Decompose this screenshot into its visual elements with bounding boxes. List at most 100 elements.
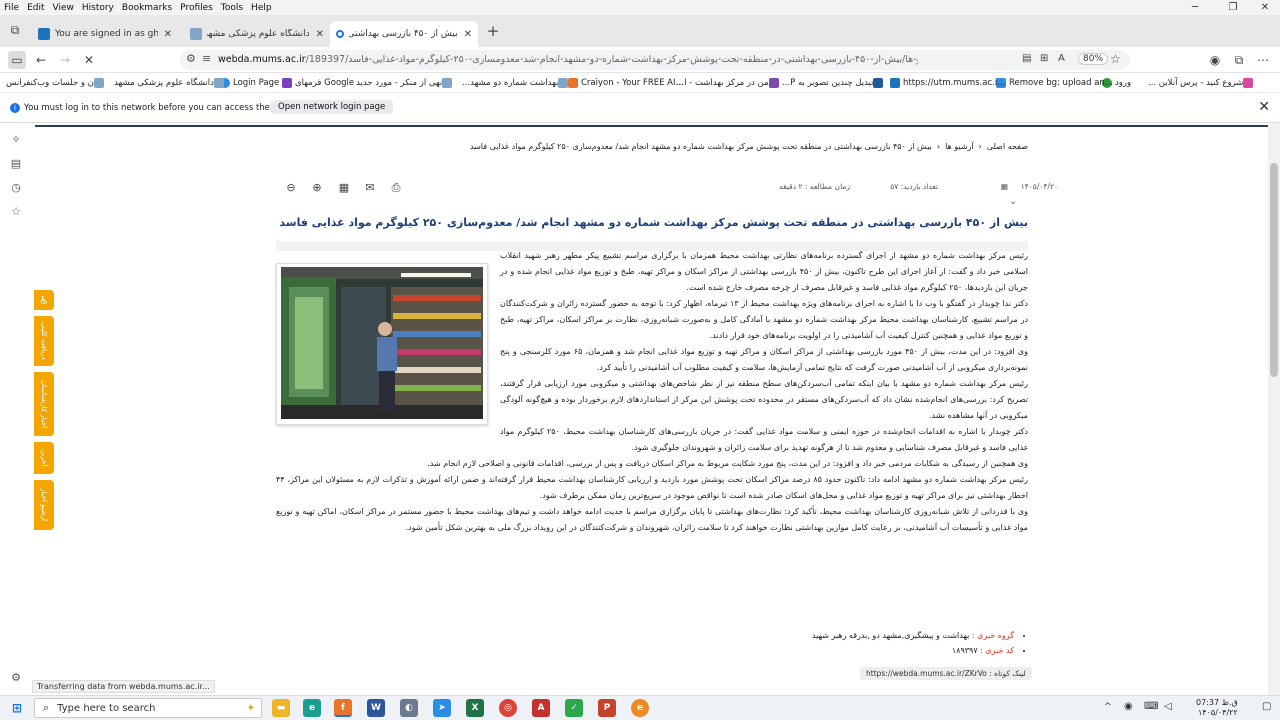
favorites-icon[interactable]: ☆ (8, 205, 24, 221)
reading-list-icon[interactable]: ▤ (8, 157, 24, 173)
menu-file[interactable]: File (0, 3, 23, 13)
tag-value[interactable]: بهداشت و پیشگیری,مشهد دو ,بدرقه رهبر شهی… (812, 631, 969, 640)
sidebar-toggle-icon[interactable]: ▭ (8, 51, 26, 69)
text-size-icon[interactable]: ▦ (337, 181, 351, 195)
app-icon[interactable]: ◐ (400, 699, 418, 717)
menu-tools[interactable]: Tools (217, 3, 247, 13)
powerpoint-icon[interactable]: P (598, 699, 616, 717)
breadcrumb-archive[interactable]: آرشیو ها (945, 142, 974, 151)
word-icon[interactable]: W (367, 699, 385, 717)
open-login-page-button[interactable]: Open network login page (270, 100, 394, 114)
bookmark-label: Login Page (233, 78, 280, 88)
minimize-icon[interactable]: ─ (1178, 0, 1212, 15)
forward-icon[interactable]: → (56, 51, 74, 69)
tab-title: دانشگاه علوم پزشکی مشهد - دا (207, 29, 310, 39)
install-app-icon[interactable]: ⊞ (1040, 53, 1048, 64)
app-orange-icon[interactable]: e (631, 699, 649, 717)
profile-icon[interactable]: ◉ (1206, 51, 1224, 69)
tab-close-icon[interactable]: ✕ (164, 29, 172, 40)
history-icon[interactable]: ◷ (8, 181, 24, 197)
breadcrumb-home[interactable]: صفحه اصلی (987, 142, 1028, 151)
zoom-out-icon[interactable]: ⊖ (284, 181, 298, 195)
email-icon[interactable]: ✉ (363, 181, 377, 195)
settings-icon[interactable]: ⚙ (8, 671, 24, 687)
reader-mode-icon[interactable]: ▤ (1022, 53, 1031, 64)
restore-icon[interactable]: ❐ (1216, 0, 1250, 15)
file-explorer-icon[interactable]: ▬ (272, 699, 290, 717)
chevron-down-icon[interactable]: ⌄ (1009, 196, 1017, 207)
bookmark-item[interactable]: دانشگاه علوم پزشکی مشهد (114, 76, 227, 90)
site-info-icon[interactable]: ⚙ (186, 52, 196, 65)
article-title: بیش از ۴۵۰ بازرسی بهداشتی در منطقه تحت پ… (279, 216, 1028, 229)
bookmark-item[interactable]: Craiyon - Your FREE AI... (568, 76, 684, 90)
tag-value: ۱۸۹۳۹۷ (951, 646, 978, 655)
telegram-icon[interactable]: ➤ (433, 699, 451, 717)
tab-close-icon[interactable]: ✕ (316, 29, 324, 40)
bookmark-item[interactable]: https://utm.mums.ac.i... (890, 76, 1005, 90)
close-window-icon[interactable]: ✕ (1248, 0, 1280, 15)
close-infobar-icon[interactable]: ✕ (1258, 99, 1270, 115)
edge-icon[interactable]: e (303, 699, 321, 717)
loading-icon (336, 30, 344, 38)
side-tab-latest[interactable]: آخرین (34, 442, 54, 474)
address-bar[interactable]: ⚙ ≡ webda.mums.ac.ir/189397/آرشیو-ها/بیش… (180, 50, 1130, 70)
taskbar-search[interactable]: ⌕ Type here to search ✦ (34, 698, 262, 718)
menu-bookmarks[interactable]: Bookmarks (118, 3, 176, 13)
menu-help[interactable]: Help (247, 3, 276, 13)
clock[interactable]: 07:37 ق.ظ ۱۴۰۵/۰۴/۲۲ (1196, 698, 1238, 718)
bookmark-item[interactable]: شروع کنید - پرس آنلاین ... (1148, 76, 1256, 90)
accessibility-icon[interactable]: ♿ (34, 290, 54, 310)
zoom-indicator[interactable]: 80% (1078, 53, 1109, 65)
article-tags: گروه خبری : بهداشت و پیشگیری,مشهد دو ,بد… (628, 628, 1028, 658)
bookmark-item[interactable]: تبدیل چندین تصویر به P... (782, 76, 886, 90)
shield-icon[interactable]: ✓ (565, 699, 583, 717)
bookmark-item[interactable]: بهداشت شماره دو مشهد... (462, 76, 571, 90)
scrollbar-thumb[interactable] (1270, 163, 1278, 377)
tab-close-icon[interactable]: ✕ (464, 29, 472, 40)
menu-edit[interactable]: Edit (23, 3, 48, 13)
side-tab-clip[interactable]: دریافت کلیپ (34, 316, 54, 366)
translate-icon[interactable]: A (1058, 53, 1065, 64)
short-link[interactable]: لینک کوتاه : https://webda.mums.ac.ir/ZK… (860, 667, 1032, 680)
zoom-in-icon[interactable]: ⊕ (310, 181, 324, 195)
tab-university[interactable]: دانشگاه علوم پزشکی مشهد - دا ✕ (184, 21, 330, 47)
tab-signed-in[interactable]: You are signed in as ghaffarzad ✕ (32, 21, 178, 47)
windows-start-icon[interactable]: ⊞ (8, 699, 26, 717)
url-path: /189397/آرشیو-ها/بیش-از-۴۵۰-بازرسی-بهداش… (305, 54, 918, 65)
bookmark-item[interactable]: Remove bg: upload an... (996, 76, 1113, 90)
page-scrollbar[interactable] (1268, 123, 1280, 695)
bookmark-star-icon[interactable]: ☆ (1110, 52, 1121, 66)
acrobat-icon[interactable]: A (532, 699, 550, 717)
bookmark-item[interactable]: نهی از منکر - مورد جدید (356, 76, 455, 90)
menu-dots-icon[interactable]: ⋯ (1254, 51, 1272, 69)
chrome-icon[interactable]: ◎ (499, 699, 517, 717)
tab-actions-icon[interactable]: ⧉ (6, 21, 24, 39)
bookmark-item[interactable]: Login Page (220, 76, 279, 90)
print-icon[interactable]: ⎙ (389, 181, 403, 195)
side-tab-archive[interactable]: آرشیو اخبار (34, 480, 54, 530)
extensions-icon[interactable]: ⧉ (1230, 51, 1248, 69)
bookmark-item[interactable]: ن و جلسات وب‌کنفرانس (6, 76, 107, 90)
keyboard-icon[interactable]: ⌨ (1144, 701, 1158, 712)
short-link-url[interactable]: https://webda.mums.ac.ir/ZKrVo (866, 669, 987, 678)
copilot-icon[interactable]: ✧ (8, 133, 24, 149)
menu-history[interactable]: History (78, 3, 118, 13)
back-icon[interactable]: ← (32, 51, 50, 69)
bookmark-item[interactable]: من در مرکز بهداشت - ا... (676, 76, 782, 90)
firefox-icon[interactable]: f (334, 699, 352, 717)
menu-view[interactable]: View (49, 3, 78, 13)
tray-arrow-icon[interactable]: ^ (1104, 702, 1112, 712)
excel-icon[interactable]: X (466, 699, 484, 717)
new-tab-icon[interactable]: + (484, 22, 502, 40)
stop-icon[interactable]: ✕ (80, 51, 98, 69)
side-tab-experts[interactable]: اخبار کارشناسان (34, 372, 54, 436)
tune-icon[interactable]: ≡ (202, 52, 211, 65)
tab-article[interactable]: بیش از ۴۵۰ بازرسی بهداشتی در ✕ (330, 21, 478, 47)
notifications-icon[interactable]: ▢ (1262, 701, 1271, 712)
menu-profiles[interactable]: Profiles (176, 3, 217, 13)
network-icon[interactable]: ◉ (1124, 701, 1133, 712)
paragraph: وی با قدردانی از تلاش شبانه‌روزی کارشناس… (276, 507, 1028, 532)
volume-icon[interactable]: ◁ (1164, 701, 1172, 712)
url-text: webda.mums.ac.ir/189397/آرشیو-ها/بیش-از-… (218, 54, 918, 65)
bookmark-item[interactable]: فرمهای Google (282, 76, 354, 90)
